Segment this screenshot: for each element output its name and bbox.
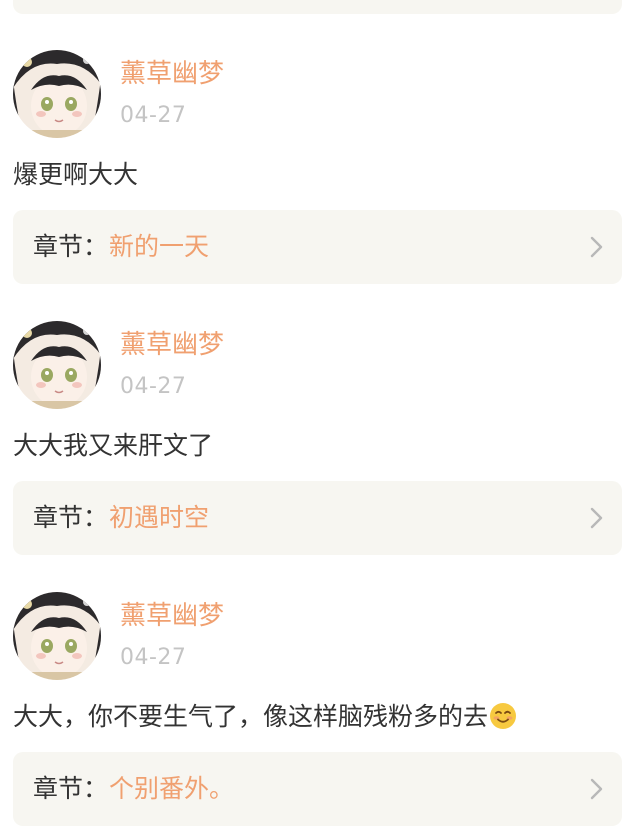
avatar-image bbox=[13, 592, 101, 680]
chapter-card-partial[interactable] bbox=[13, 0, 622, 14]
chapter-title: 初遇时空 bbox=[109, 503, 210, 532]
comment-time: 04-27 bbox=[120, 103, 187, 128]
smiling-face-emoji-icon bbox=[490, 703, 517, 729]
chevron-right-icon bbox=[590, 236, 603, 258]
chapter-label: 章节： bbox=[33, 774, 109, 803]
chapter-card[interactable]: 章节： 新的一天 bbox=[13, 210, 622, 284]
comment-text: 爆更啊大大 bbox=[13, 160, 139, 189]
comment-time: 04-27 bbox=[120, 374, 187, 399]
chapter-card[interactable]: 章节： 初遇时空 bbox=[13, 481, 622, 555]
avatar[interactable] bbox=[13, 321, 101, 409]
avatar-image bbox=[13, 50, 101, 138]
avatar[interactable] bbox=[13, 592, 101, 680]
username[interactable]: 薰草幽梦 bbox=[120, 58, 224, 90]
comment-time: 04-27 bbox=[120, 645, 187, 670]
comment-item: 薰草幽梦 04-27 大大我又来肝文了 章节： 初遇时空 bbox=[0, 321, 640, 566]
chapter-card[interactable]: 章节： 个别番外。 bbox=[13, 752, 622, 826]
chapter-title: 个别番外。 bbox=[109, 774, 235, 803]
comment-item: 薰草幽梦 04-27 大大，你不要生气了，像这样脑残粉多的去 章节： 个别番外。 bbox=[0, 592, 640, 837]
username[interactable]: 薰草幽梦 bbox=[120, 600, 224, 632]
username[interactable]: 薰草幽梦 bbox=[120, 329, 224, 361]
comment-text: 大大，你不要生气了，像这样脑残粉多的去 bbox=[13, 702, 489, 731]
chapter-title: 新的一天 bbox=[109, 232, 210, 261]
comment-text: 大大我又来肝文了 bbox=[13, 431, 214, 460]
avatar-image bbox=[13, 321, 101, 409]
comment-text-container: 大大，你不要生气了，像这样脑残粉多的去 bbox=[13, 700, 517, 734]
chapter-label: 章节： bbox=[33, 503, 109, 532]
chevron-right-icon bbox=[590, 778, 603, 800]
avatar[interactable] bbox=[13, 50, 101, 138]
chapter-label: 章节： bbox=[33, 232, 109, 261]
chevron-right-icon bbox=[590, 507, 603, 529]
comment-item: 薰草幽梦 04-27 爆更啊大大 章节： 新的一天 bbox=[0, 50, 640, 295]
